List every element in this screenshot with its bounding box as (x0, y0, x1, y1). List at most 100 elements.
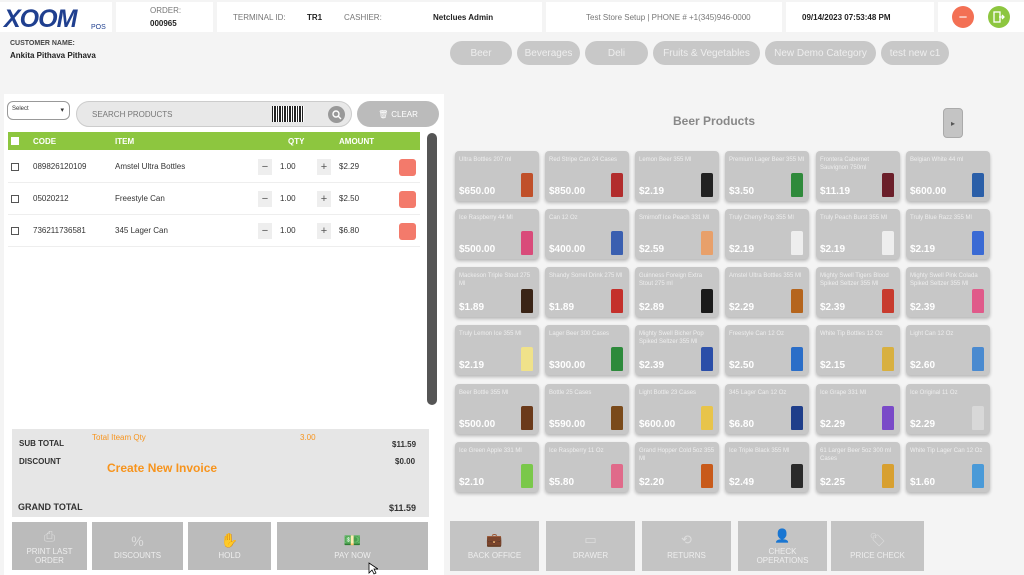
product-image (611, 464, 623, 488)
product-tile[interactable]: Amstel Ultra Bottles 355 Ml $2.29 (725, 267, 809, 317)
search-icon[interactable] (328, 106, 345, 123)
row-qty[interactable]: 1.00 (280, 226, 296, 235)
select-dropdown[interactable]: Select ▾ (7, 101, 70, 120)
product-tile[interactable]: Mighty Swell Tigers Blood Spiked Seltzer… (816, 267, 900, 317)
next-page-button[interactable]: ▸ (943, 108, 963, 138)
category-deli[interactable]: Deli (585, 41, 648, 65)
create-new-invoice-link[interactable]: Create New Invoice (107, 461, 217, 475)
product-image (521, 173, 533, 197)
product-price: $600.00 (910, 186, 947, 197)
product-tile[interactable]: Premium Lager Beer 355 Ml $3.50 (725, 151, 809, 201)
product-tile[interactable]: Grand Hopper Cold 5oz 355 Ml $2.20 (635, 442, 719, 492)
product-tile[interactable]: White Tip Bottles 12 Oz $2.15 (816, 325, 900, 375)
search-products[interactable]: SEARCH PRODUCTS (76, 101, 352, 127)
product-tile[interactable]: 345 Lager Can 12 Oz $6.80 (725, 384, 809, 434)
qty-decrease-button[interactable]: − (258, 191, 272, 207)
product-tile[interactable]: Truly Cherry Pop 355 Ml $2.19 (725, 209, 809, 259)
row-qty[interactable]: 1.00 (280, 194, 296, 203)
product-tile[interactable]: 61 Larger Beer 5oz 300 ml Cases $2.25 (816, 442, 900, 492)
cart-scrollbar[interactable] (427, 133, 437, 405)
product-price: $2.49 (729, 477, 755, 488)
qty-increase-button[interactable]: + (317, 191, 331, 207)
product-tile[interactable]: Mighty Swell Bicher Pop Spiked Seltzer 3… (635, 325, 719, 375)
product-price: $400.00 (549, 244, 586, 255)
product-tile[interactable]: Ice Raspberry 11 Oz $5.80 (545, 442, 629, 492)
product-tile[interactable]: Ice Original 11 Oz $2.29 (906, 384, 990, 434)
row-checkbox[interactable] (11, 227, 19, 235)
delete-row-button[interactable]: ■ (399, 191, 416, 215)
barcode-icon[interactable] (272, 106, 304, 122)
product-tile[interactable]: Belgian White 44 ml $600.00 (906, 151, 990, 201)
product-image (882, 464, 894, 488)
row-checkbox[interactable] (11, 195, 19, 203)
back-office-button[interactable]: 💼 BACK OFFICE (450, 521, 539, 571)
cart-row[interactable]: 05020212 Freestyle Can − 1.00 + $2.50 ■ (8, 183, 420, 215)
category-beverages[interactable]: Beverages (517, 41, 580, 65)
product-tile[interactable]: Beer Bottle 355 Ml $500.00 (455, 384, 539, 434)
product-tile[interactable]: Light Can 12 Oz $2.60 (906, 325, 990, 375)
product-price: $2.19 (459, 360, 485, 371)
product-tile[interactable]: Guinness Foreign Extra Stout 275 ml $2.89 (635, 267, 719, 317)
logout-icon (993, 11, 1005, 23)
product-price: $600.00 (639, 419, 676, 430)
total-item-qty: 3.00 (300, 433, 316, 442)
returns-button[interactable]: ⟲ RETURNS (642, 521, 731, 571)
search-input[interactable]: SEARCH PRODUCTS (92, 110, 172, 119)
print-last-order-button[interactable]: ⎙ PRINT LAST ORDER (12, 522, 87, 570)
product-tile[interactable]: Freestyle Can 12 Oz $2.50 (725, 325, 809, 375)
product-tile[interactable]: White Tip Lager Can 12 Oz $1.60 (906, 442, 990, 492)
datetime-box: 09/14/2023 07:53:48 PM (786, 2, 934, 32)
grand-total-value: $11.59 (389, 503, 417, 513)
product-tile[interactable]: Frontera Cabernet Sauvignon 750ml $11.19 (816, 151, 900, 201)
check-operations-button[interactable]: 👤 CHECK OPERATIONS (738, 521, 827, 571)
select-all-checkbox[interactable] (11, 137, 19, 145)
cart-row[interactable]: 736211736581 345 Lager Can − 1.00 + $6.8… (8, 215, 420, 247)
product-tile[interactable]: Truly Blue Razz 355 Ml $2.19 (906, 209, 990, 259)
product-tile[interactable]: Ice Green Apple 331 Ml $2.10 (455, 442, 539, 492)
price-check-label: PRICE CHECK (850, 551, 905, 560)
product-tile[interactable]: Red Stripe Can 24 Cases $850.00 (545, 151, 629, 201)
product-tile[interactable]: Shandy Sorrel Drink 275 Ml $1.89 (545, 267, 629, 317)
product-tile[interactable]: Ice Raspberry 44 Ml $500.00 (455, 209, 539, 259)
pay-now-button[interactable]: 💵 PAY NOW (277, 522, 428, 570)
terminal-id: TR1 (307, 13, 323, 22)
minus-icon: − (958, 8, 968, 26)
qty-decrease-button[interactable]: − (258, 223, 272, 239)
minimize-button[interactable]: − (952, 6, 974, 28)
qty-increase-button[interactable]: + (317, 159, 331, 175)
clear-button[interactable]: 🗑 CLEAR (357, 101, 439, 127)
cart-row[interactable]: 089826120109 Amstel Ultra Bottles − 1.00… (8, 151, 420, 183)
category-new-demo[interactable]: New Demo Category (765, 41, 876, 65)
product-tile[interactable]: Truly Lemon Ice 355 Ml $2.19 (455, 325, 539, 375)
product-price: $2.19 (729, 244, 755, 255)
category-beer[interactable]: Beer (450, 41, 512, 65)
product-tile[interactable]: Mighty Swell Pink Colada Spiked Seltzer … (906, 267, 990, 317)
product-tile[interactable]: Ultra Bottles 207 ml $650.00 (455, 151, 539, 201)
row-qty[interactable]: 1.00 (280, 162, 296, 171)
customer-name[interactable]: Ankita Pithava Pithava (10, 51, 96, 60)
price-check-button[interactable]: 🏷 PRICE CHECK (831, 521, 924, 571)
category-fruits-vegetables[interactable]: Fruits & Vegetables (653, 41, 760, 65)
product-tile[interactable]: Ice Grape 331 Ml $2.29 (816, 384, 900, 434)
product-tile[interactable]: Mackeson Triple Stout 275 Ml $1.89 (455, 267, 539, 317)
drawer-button[interactable]: ▭ DRAWER (546, 521, 635, 571)
product-tile[interactable]: Bottle 25 Cases $590.00 (545, 384, 629, 434)
product-price: $2.39 (639, 360, 665, 371)
product-tile[interactable]: Truly Peach Burst 355 Ml $2.19 (816, 209, 900, 259)
category-test-new-c1[interactable]: test new c1 (881, 41, 949, 65)
delete-row-button[interactable]: ■ (399, 223, 416, 247)
product-tile[interactable]: Smirnoff Ice Peach 331 Ml $2.59 (635, 209, 719, 259)
logout-button[interactable] (988, 6, 1010, 28)
product-tile[interactable]: Can 12 Oz $400.00 (545, 209, 629, 259)
row-checkbox[interactable] (11, 163, 19, 171)
qty-increase-button[interactable]: + (317, 223, 331, 239)
product-price: $2.19 (910, 244, 936, 255)
product-tile[interactable]: Ice Triple Black 355 Ml $2.49 (725, 442, 809, 492)
hold-button[interactable]: ✋ HOLD (188, 522, 271, 570)
product-tile[interactable]: Light Bottle 23 Cases $600.00 (635, 384, 719, 434)
delete-row-button[interactable]: ■ (399, 159, 416, 183)
product-tile[interactable]: Lemon Beer 355 Ml $2.19 (635, 151, 719, 201)
qty-decrease-button[interactable]: − (258, 159, 272, 175)
product-tile[interactable]: Lager Beer 300 Cases $300.00 (545, 325, 629, 375)
discounts-button[interactable]: % DISCOUNTS (92, 522, 183, 570)
